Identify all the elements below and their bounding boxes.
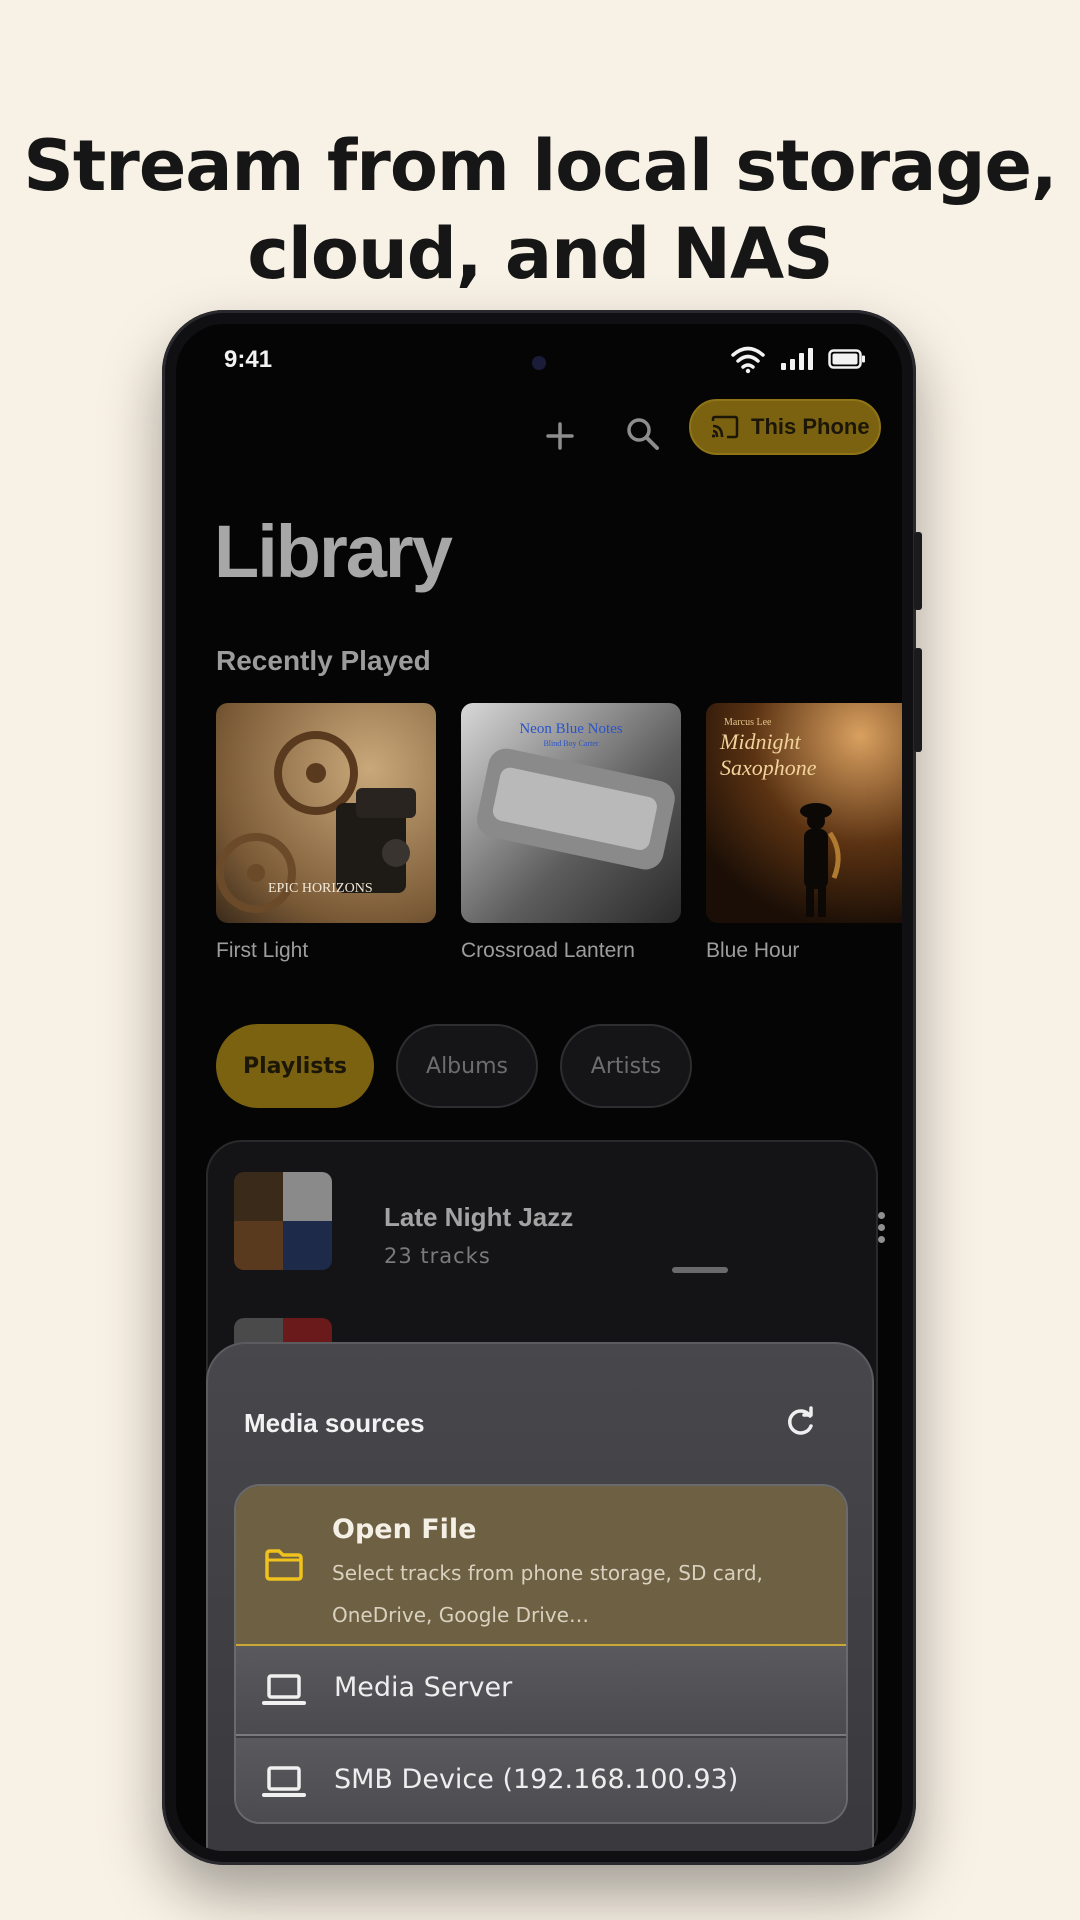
harmonica-illustration (476, 748, 675, 870)
sheet-drag-handle[interactable] (672, 1267, 728, 1273)
smb-device-option[interactable]: SMB Device (192.168.100.93) (236, 1738, 846, 1822)
status-time: 9:41 (224, 346, 273, 373)
status-icons (730, 344, 866, 374)
page-title: Library (214, 510, 453, 593)
album-name: First Light (216, 939, 309, 962)
signal-icon (781, 348, 813, 370)
tab-albums[interactable]: Albums (396, 1024, 538, 1108)
album-name: Blue Hour (706, 939, 800, 962)
album-cover: Marcus Lee Midnight Saxophone (706, 703, 902, 923)
search-icon[interactable] (619, 410, 667, 458)
album-card[interactable]: Marcus Lee Midnight Saxophone Blue Hour (706, 703, 902, 963)
playlist-title: Late Night Jazz (384, 1202, 574, 1232)
media-sources-title: Media sources (244, 1408, 425, 1438)
more-options-icon[interactable] (878, 1212, 886, 1248)
cast-icon (711, 415, 739, 439)
open-file-option[interactable]: Open File Select tracks from phone stora… (236, 1486, 846, 1646)
album-cover: Neon Blue Notes Blind Boy Carter (461, 703, 681, 923)
output-device-chip[interactable]: This Phone (689, 399, 881, 455)
playlist-thumbnail (234, 1172, 332, 1270)
saxophonist-illustration (800, 803, 841, 917)
headline-line-2: cloud, and NAS (247, 213, 833, 295)
volume-button (914, 648, 922, 752)
folder-icon (265, 1549, 303, 1581)
laptop-icon (262, 1766, 306, 1797)
tab-artists[interactable]: Artists (560, 1024, 692, 1108)
wifi-icon (731, 346, 765, 374)
media-source-list: Open File Select tracks from phone stora… (234, 1484, 848, 1824)
plus-icon[interactable] (536, 412, 584, 460)
battery-icon (828, 349, 865, 369)
front-camera (532, 356, 546, 370)
open-file-description: Select tracks from phone storage, SD car… (332, 1561, 763, 1627)
tab-playlists[interactable]: Playlists (216, 1024, 374, 1108)
phone-frame: 9:41 This Phone Library Recently Played … (162, 310, 922, 1865)
output-device-label: This Phone (751, 414, 870, 439)
phone-screen: 9:41 This Phone Library Recently Played … (176, 324, 902, 1851)
laptop-icon (262, 1674, 306, 1705)
power-button (914, 532, 922, 610)
open-file-title: Open File (332, 1514, 477, 1545)
album-cover-text: EPIC HORIZONS (268, 881, 373, 896)
media-server-label: Media Server (334, 1672, 513, 1703)
album-card[interactable]: EPIC HORIZONS First Light (216, 703, 436, 963)
list-item[interactable]: Late Night Jazz 23 tracks (234, 1172, 885, 1272)
recently-played-title: Recently Played (216, 645, 431, 676)
headline: Stream from local storage, cloud, and NA… (0, 122, 1080, 298)
smb-device-label: SMB Device (192.168.100.93) (334, 1764, 739, 1795)
headline-line-1: Stream from local storage, (23, 125, 1057, 207)
playlist-track-count: 23 tracks (384, 1244, 491, 1268)
album-name: Crossroad Lantern (461, 939, 635, 962)
album-card[interactable]: Neon Blue Notes Blind Boy Carter Crossro… (461, 703, 681, 963)
album-cover: EPIC HORIZONS (216, 703, 436, 923)
media-sources-sheet: Media sources Open File Select tracks fr… (206, 1342, 874, 1851)
media-server-option[interactable]: Media Server (236, 1646, 846, 1736)
refresh-icon[interactable] (782, 1404, 818, 1440)
